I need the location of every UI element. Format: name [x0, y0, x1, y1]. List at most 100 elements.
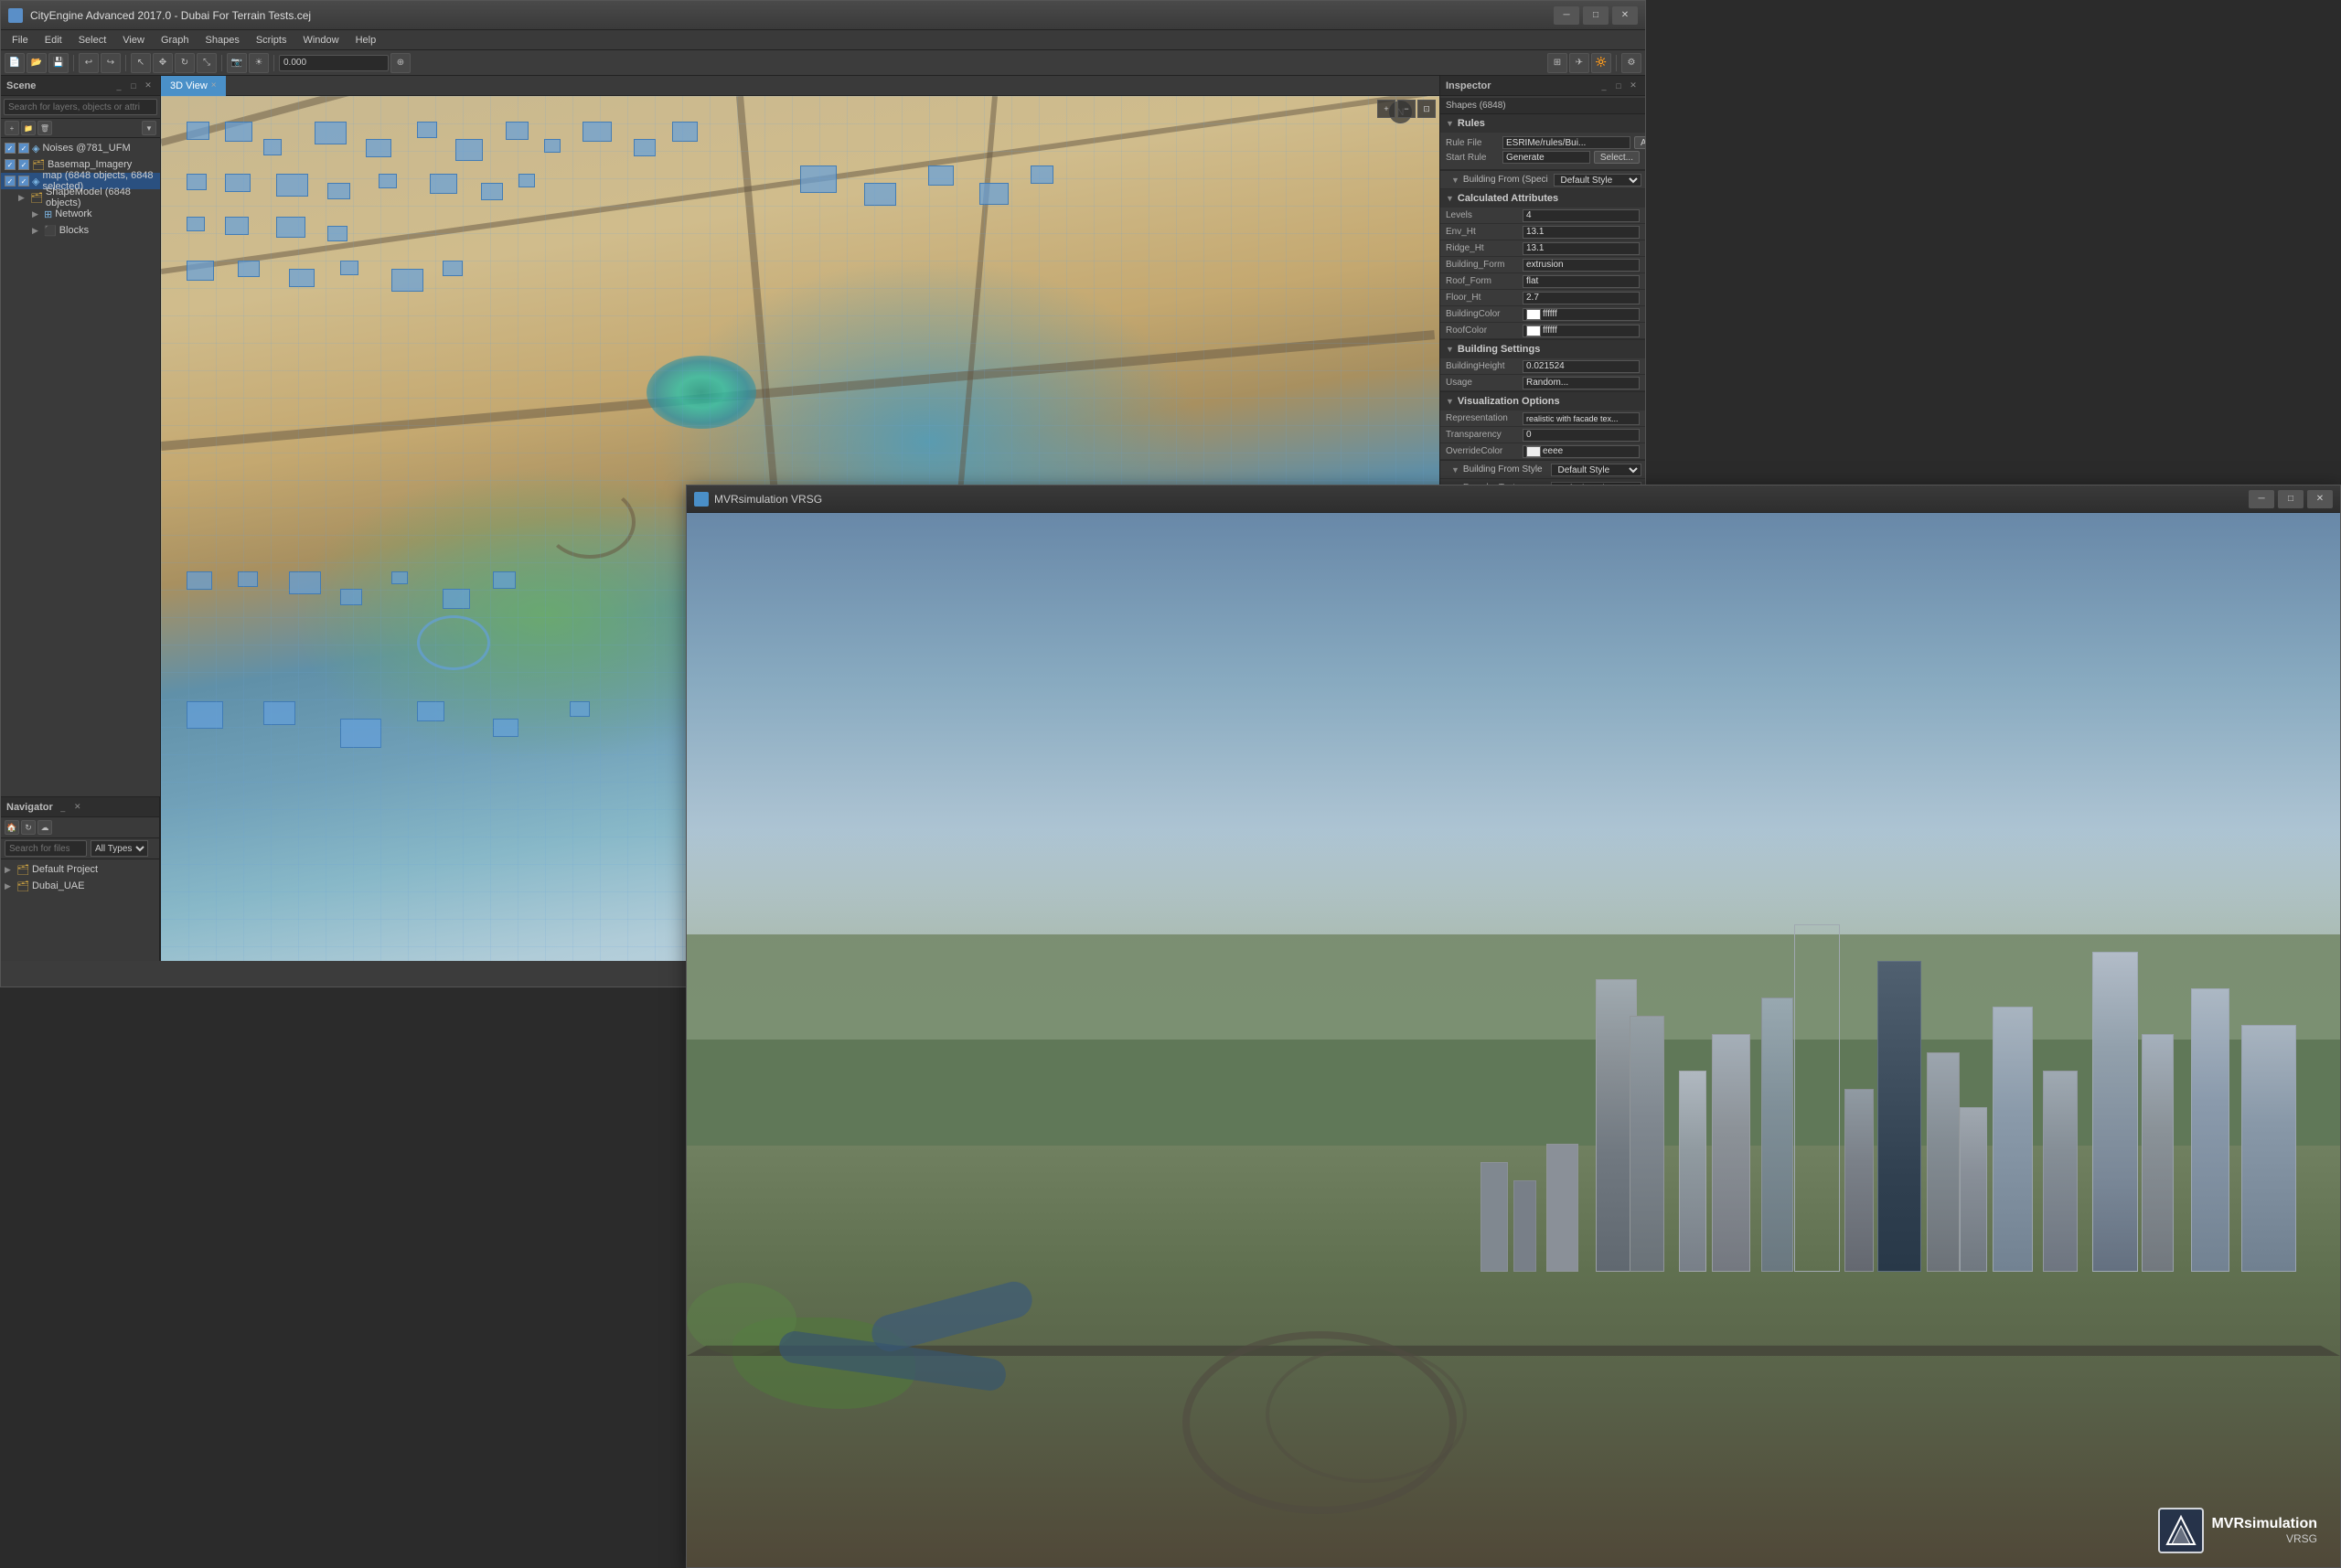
assign-button[interactable]: Assign	[1634, 136, 1645, 149]
menu-help[interactable]: Help	[348, 33, 384, 48]
fly-btn[interactable]: ✈	[1569, 53, 1589, 73]
override-color-swatch[interactable]	[1526, 446, 1541, 457]
open-btn[interactable]: 📂	[27, 53, 47, 73]
nav-collapse-icon[interactable]: _	[57, 801, 69, 814]
viewport-tab-close[interactable]: ×	[211, 80, 217, 91]
rule-file-input[interactable]	[1502, 136, 1630, 149]
layer-checkbox-basemap[interactable]: ✓	[5, 159, 16, 170]
skyscraper-12	[2043, 1071, 2078, 1272]
nav-close-icon[interactable]: ✕	[71, 801, 84, 814]
menu-window[interactable]: Window	[295, 33, 346, 48]
layer-vis-map[interactable]: ✓	[18, 176, 29, 187]
nav-default-project[interactable]: ▶ 🗂 Default Project	[1, 861, 159, 878]
attr-bldg-height: BuildingHeight 0.021524	[1440, 358, 1645, 375]
tree-item-noises[interactable]: ✓ ✓ ◈ Noises @781_UFM	[1, 140, 160, 156]
rotate-btn[interactable]: ↻	[175, 53, 195, 73]
building-from-style-row[interactable]: ▼ Building From Style Default Style	[1440, 461, 1645, 479]
expand-arrow-shape[interactable]: ▶	[18, 193, 27, 202]
bfs-select[interactable]: Default Style	[1551, 464, 1641, 476]
save-btn[interactable]: 💾	[48, 53, 69, 73]
attr-override-value: eeee	[1523, 445, 1640, 458]
delete-layer-btn[interactable]: 🗑	[37, 121, 52, 135]
maximize-scene-icon[interactable]: □	[127, 80, 140, 92]
window-controls: ─ □ ✕	[1554, 6, 1638, 25]
close-scene-icon[interactable]: ✕	[142, 80, 155, 92]
nav-home-btn[interactable]: 🏠	[5, 820, 19, 835]
expand-arrow-network[interactable]: ▶	[32, 209, 41, 219]
tree-item-shapemodel[interactable]: ▶ 🗂 ShapeModel (6848 objects)	[1, 189, 160, 206]
tree-item-blocks[interactable]: ▶ ⬛ Blocks	[1, 222, 160, 239]
nav-search-input[interactable]	[5, 840, 87, 857]
maximize-button[interactable]: □	[1583, 6, 1609, 25]
coordinate-input[interactable]	[279, 55, 389, 71]
menu-edit[interactable]: Edit	[37, 33, 69, 48]
mvr-minimize-btn[interactable]: ─	[2249, 490, 2274, 508]
scene-search-input[interactable]	[4, 99, 157, 115]
new-btn[interactable]: 📄	[5, 53, 25, 73]
building-from-row[interactable]: ▼ Building From (Speci Default Style	[1440, 171, 1645, 189]
zoom-out-btn[interactable]: −	[1397, 100, 1416, 118]
calc-attrs-header[interactable]: ▼ Calculated Attributes	[1440, 189, 1645, 208]
attr-roof-color-label: RoofColor	[1446, 325, 1519, 336]
inspector-close-icon[interactable]: ✕	[1627, 80, 1640, 92]
nav-arrow-default[interactable]: ▶	[5, 865, 14, 874]
layer-checkbox-noises[interactable]: ✓	[5, 143, 16, 154]
camera-btn[interactable]: 📷	[227, 53, 247, 73]
start-rule-input[interactable]	[1502, 151, 1590, 164]
folder-btn[interactable]: 📁	[21, 121, 36, 135]
light-btn[interactable]: ☀	[249, 53, 269, 73]
mvr-maximize-btn[interactable]: □	[2278, 490, 2304, 508]
fit-btn[interactable]: ⊡	[1417, 100, 1436, 118]
mid-building-1	[1480, 1162, 1508, 1272]
move-btn[interactable]: ✥	[153, 53, 173, 73]
layer-vis-basemap[interactable]: ✓	[18, 159, 29, 170]
zoom-in-btn[interactable]: +	[1377, 100, 1395, 118]
nav-cloud-btn[interactable]: ☁	[37, 820, 52, 835]
building-from-arrow: ▼	[1451, 176, 1459, 185]
attr-ridge-ht: Ridge_Ht 13.1	[1440, 240, 1645, 257]
menu-select[interactable]: Select	[71, 33, 114, 48]
nav-dubai-uae[interactable]: ▶ 🗂 Dubai_UAE	[1, 878, 159, 894]
viewport-tab-3d[interactable]: 3D View ×	[161, 76, 226, 96]
add-layer-btn[interactable]: +	[5, 121, 19, 135]
scale-btn[interactable]: ⤡	[197, 53, 217, 73]
building-from-select[interactable]: Default Style	[1554, 174, 1641, 187]
menu-scripts[interactable]: Scripts	[249, 33, 294, 48]
select-btn[interactable]: ↖	[131, 53, 151, 73]
menu-shapes[interactable]: Shapes	[198, 33, 247, 48]
rules-label: Rules	[1458, 118, 1485, 129]
collapse-icon[interactable]: _	[112, 80, 125, 92]
attr-ridge-ht-label: Ridge_Ht	[1446, 243, 1519, 253]
attr-building-color-label: BuildingColor	[1446, 309, 1519, 319]
attr-levels-label: Levels	[1446, 210, 1519, 220]
nav-type-filter[interactable]: All Types	[91, 840, 148, 857]
mvr-logo-svg	[2163, 1512, 2199, 1549]
close-button[interactable]: ✕	[1612, 6, 1638, 25]
coord-btn[interactable]: ⊕	[390, 53, 411, 73]
filter-btn[interactable]: ▼	[142, 121, 156, 135]
menu-graph[interactable]: Graph	[154, 33, 197, 48]
rules-section-header[interactable]: ▼ Rules	[1440, 114, 1645, 133]
layer-checkbox-map[interactable]: ✓	[5, 176, 16, 187]
mvr-close-btn[interactable]: ✕	[2307, 490, 2333, 508]
nav-arrow-dubai[interactable]: ▶	[5, 881, 14, 891]
rules-arrow: ▼	[1446, 119, 1454, 128]
building-settings-header[interactable]: ▼ Building Settings	[1440, 340, 1645, 358]
nav-refresh-btn[interactable]: ↻	[21, 820, 36, 835]
nav-btn[interactable]: ⊞	[1547, 53, 1567, 73]
minimize-button[interactable]: ─	[1554, 6, 1579, 25]
inspector-max-icon[interactable]: □	[1612, 80, 1625, 92]
roof-color-swatch[interactable]	[1526, 325, 1541, 336]
menu-file[interactable]: File	[5, 33, 36, 48]
select-rule-button[interactable]: Select...	[1594, 151, 1640, 164]
expand-arrow-blocks[interactable]: ▶	[32, 226, 41, 235]
undo-btn[interactable]: ↩	[79, 53, 99, 73]
layer-vis-noises[interactable]: ✓	[18, 143, 29, 154]
building-color-swatch[interactable]	[1526, 309, 1541, 320]
viz-options-header[interactable]: ▼ Visualization Options	[1440, 392, 1645, 411]
redo-btn[interactable]: ↪	[101, 53, 121, 73]
menu-view[interactable]: View	[115, 33, 152, 48]
settings-btn[interactable]: ⚙	[1621, 53, 1641, 73]
sun-btn[interactable]: 🔆	[1591, 53, 1611, 73]
inspector-collapse-icon[interactable]: _	[1598, 80, 1610, 92]
